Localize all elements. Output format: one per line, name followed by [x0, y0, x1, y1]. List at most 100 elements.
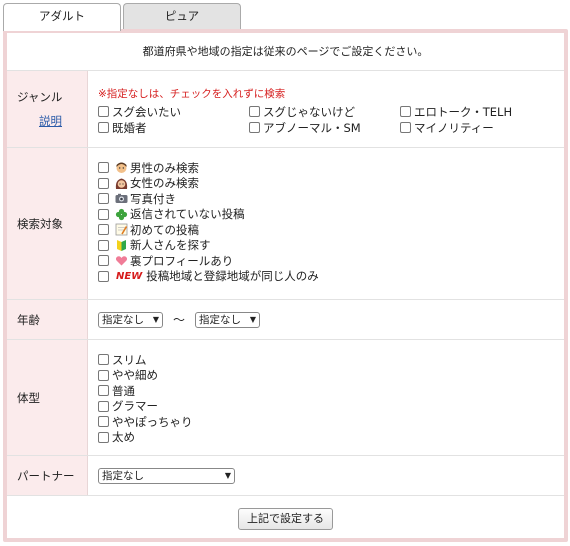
partner-select[interactable]: 指定なし ▼: [98, 467, 235, 484]
checkbox[interactable]: [98, 177, 109, 189]
age-controls: 指定なし ▼ 〜 指定なし ▼: [88, 300, 564, 339]
option-label: スグ会いたい: [112, 104, 181, 119]
checkbox[interactable]: [98, 193, 109, 205]
target-option-same-region[interactable]: NEW 投稿地域と登録地域が同じ人のみ: [98, 269, 564, 285]
age-range-separator: 〜: [173, 313, 186, 327]
select-value: 指定なし: [102, 470, 144, 482]
checkbox[interactable]: [249, 122, 260, 133]
checkbox[interactable]: [249, 106, 260, 117]
option-label: スグじゃないけど: [263, 104, 355, 119]
body-type-label-cell: 体型: [7, 340, 88, 455]
option-label: 投稿地域と登録地域が同じ人のみ: [146, 269, 319, 284]
chevron-down-icon: ▼: [224, 471, 231, 480]
search-mode-tabs: アダルト ピュア: [3, 3, 303, 31]
target-option-first-post[interactable]: 初めての投稿: [98, 222, 564, 238]
option-label: 初めての投稿: [130, 222, 199, 237]
checkbox[interactable]: [98, 255, 109, 267]
checkbox[interactable]: [400, 122, 411, 133]
region-notice: 都道府県や地域の指定は従来のページでご設定ください。: [7, 33, 564, 71]
option-label: やや細め: [112, 368, 158, 383]
notepad-icon: [115, 223, 128, 236]
option-label: 返信されていない投稿: [130, 207, 245, 222]
age-row: 年齢 指定なし ▼ 〜 指定なし ▼: [7, 300, 564, 340]
checkbox[interactable]: [98, 106, 109, 117]
genre-row: ジャンル 説明 ※指定なしは、チェックを入れずに検索 スグ会いたい スグじゃない…: [7, 71, 564, 148]
woman-face-icon: [115, 178, 128, 189]
checkbox[interactable]: [98, 122, 109, 133]
age-label-cell: 年齢: [7, 300, 88, 339]
tab-pure[interactable]: ピュア: [123, 3, 241, 30]
genre-hint: ※指定なしは、チェックを入れずに検索: [98, 88, 286, 100]
option-label: 写真付き: [130, 191, 176, 206]
body-type-options: スリム やや細め 普通 グラマー ややぽっちゃり 太め: [88, 340, 564, 455]
heart-icon: [115, 256, 128, 266]
camera-icon: [115, 194, 128, 204]
option-label: 普通: [112, 383, 135, 398]
genre-label: ジャンル: [17, 90, 63, 104]
search-target-label: 検索対象: [17, 216, 63, 231]
genre-option[interactable]: マイノリティー: [400, 120, 551, 135]
option-label: 太め: [112, 430, 135, 445]
target-option-with-photo[interactable]: 写真付き: [98, 191, 564, 207]
checkbox[interactable]: [98, 400, 109, 412]
genre-option[interactable]: エロトーク・TELH: [400, 104, 551, 119]
apply-settings-button[interactable]: 上記で設定する: [238, 507, 333, 530]
body-type-option[interactable]: グラマー: [98, 399, 564, 415]
target-option-women-only[interactable]: 女性のみ検索: [98, 176, 564, 192]
body-type-option[interactable]: 太め: [98, 430, 564, 446]
new-badge: NEW: [116, 270, 143, 282]
select-value: 指定なし: [102, 314, 144, 326]
option-label: グラマー: [112, 399, 158, 414]
partner-label-cell: パートナー: [7, 456, 88, 495]
checkbox[interactable]: [98, 369, 109, 381]
target-option-newcomer[interactable]: 新人さんを探す: [98, 238, 564, 254]
target-option-men-only[interactable]: 男性のみ検索: [98, 160, 564, 176]
genre-option[interactable]: アブノーマル・SM: [249, 120, 400, 135]
checkbox[interactable]: [98, 385, 109, 397]
body-type-row: 体型 スリム やや細め 普通 グラマー ややぽっちゃり 太め: [7, 340, 564, 456]
search-target-row: 検索対象 男性のみ検索 女性のみ検索 写真付き 返信されていない投稿 初めての投…: [7, 148, 564, 300]
genre-options: ※指定なしは、チェックを入れずに検索 スグ会いたい スグじゃないけど エロトーク…: [88, 71, 564, 147]
beginner-mark-icon: [117, 239, 126, 251]
checkbox[interactable]: [98, 416, 109, 428]
target-option-secret-profile[interactable]: 裏プロフィールあり: [98, 253, 564, 269]
body-type-option[interactable]: 普通: [98, 383, 564, 399]
option-label: スリム: [112, 352, 147, 367]
age-to-select[interactable]: 指定なし ▼: [195, 311, 261, 328]
checkbox[interactable]: [98, 208, 109, 220]
option-label: 男性のみ検索: [130, 160, 199, 175]
option-label: 裏プロフィールあり: [130, 253, 234, 268]
checkbox[interactable]: [400, 106, 411, 117]
body-type-option[interactable]: ややぽっちゃり: [98, 414, 564, 430]
option-label: 新人さんを探す: [130, 238, 211, 253]
option-label: マイノリティー: [414, 120, 494, 135]
search-target-label-cell: 検索対象: [7, 148, 88, 299]
checkbox[interactable]: [98, 239, 109, 251]
genre-option[interactable]: スグじゃないけど: [249, 104, 400, 119]
search-settings-panel: 都道府県や地域の指定は従来のページでご設定ください。 ジャンル 説明 ※指定なし…: [3, 29, 568, 542]
age-label: 年齢: [17, 312, 40, 327]
option-label: アブノーマル・SM: [263, 120, 361, 135]
checkbox[interactable]: [98, 270, 109, 282]
body-type-option[interactable]: やや細め: [98, 368, 564, 384]
checkbox[interactable]: [98, 354, 109, 366]
option-label: ややぽっちゃり: [112, 414, 193, 429]
chevron-down-icon: ▼: [152, 315, 159, 324]
checkbox[interactable]: [98, 431, 109, 443]
tab-adult[interactable]: アダルト: [3, 3, 121, 31]
search-target-options: 男性のみ検索 女性のみ検索 写真付き 返信されていない投稿 初めての投稿 新人さ…: [88, 148, 564, 299]
option-label: エロトーク・TELH: [414, 104, 513, 119]
body-type-label: 体型: [17, 390, 40, 405]
checkbox[interactable]: [98, 224, 109, 236]
target-option-unreplied[interactable]: 返信されていない投稿: [98, 207, 564, 223]
submit-area: 上記で設定する: [7, 496, 564, 541]
option-label: 既婚者: [112, 120, 147, 135]
age-from-select[interactable]: 指定なし ▼: [98, 311, 163, 328]
genre-help-link[interactable]: 説明: [39, 113, 62, 129]
option-label: 女性のみ検索: [130, 176, 199, 191]
genre-option[interactable]: 既婚者: [98, 120, 249, 135]
genre-option[interactable]: スグ会いたい: [98, 104, 249, 119]
checkbox[interactable]: [98, 162, 109, 174]
body-type-option[interactable]: スリム: [98, 352, 564, 368]
partner-row: パートナー 指定なし ▼: [7, 456, 564, 496]
